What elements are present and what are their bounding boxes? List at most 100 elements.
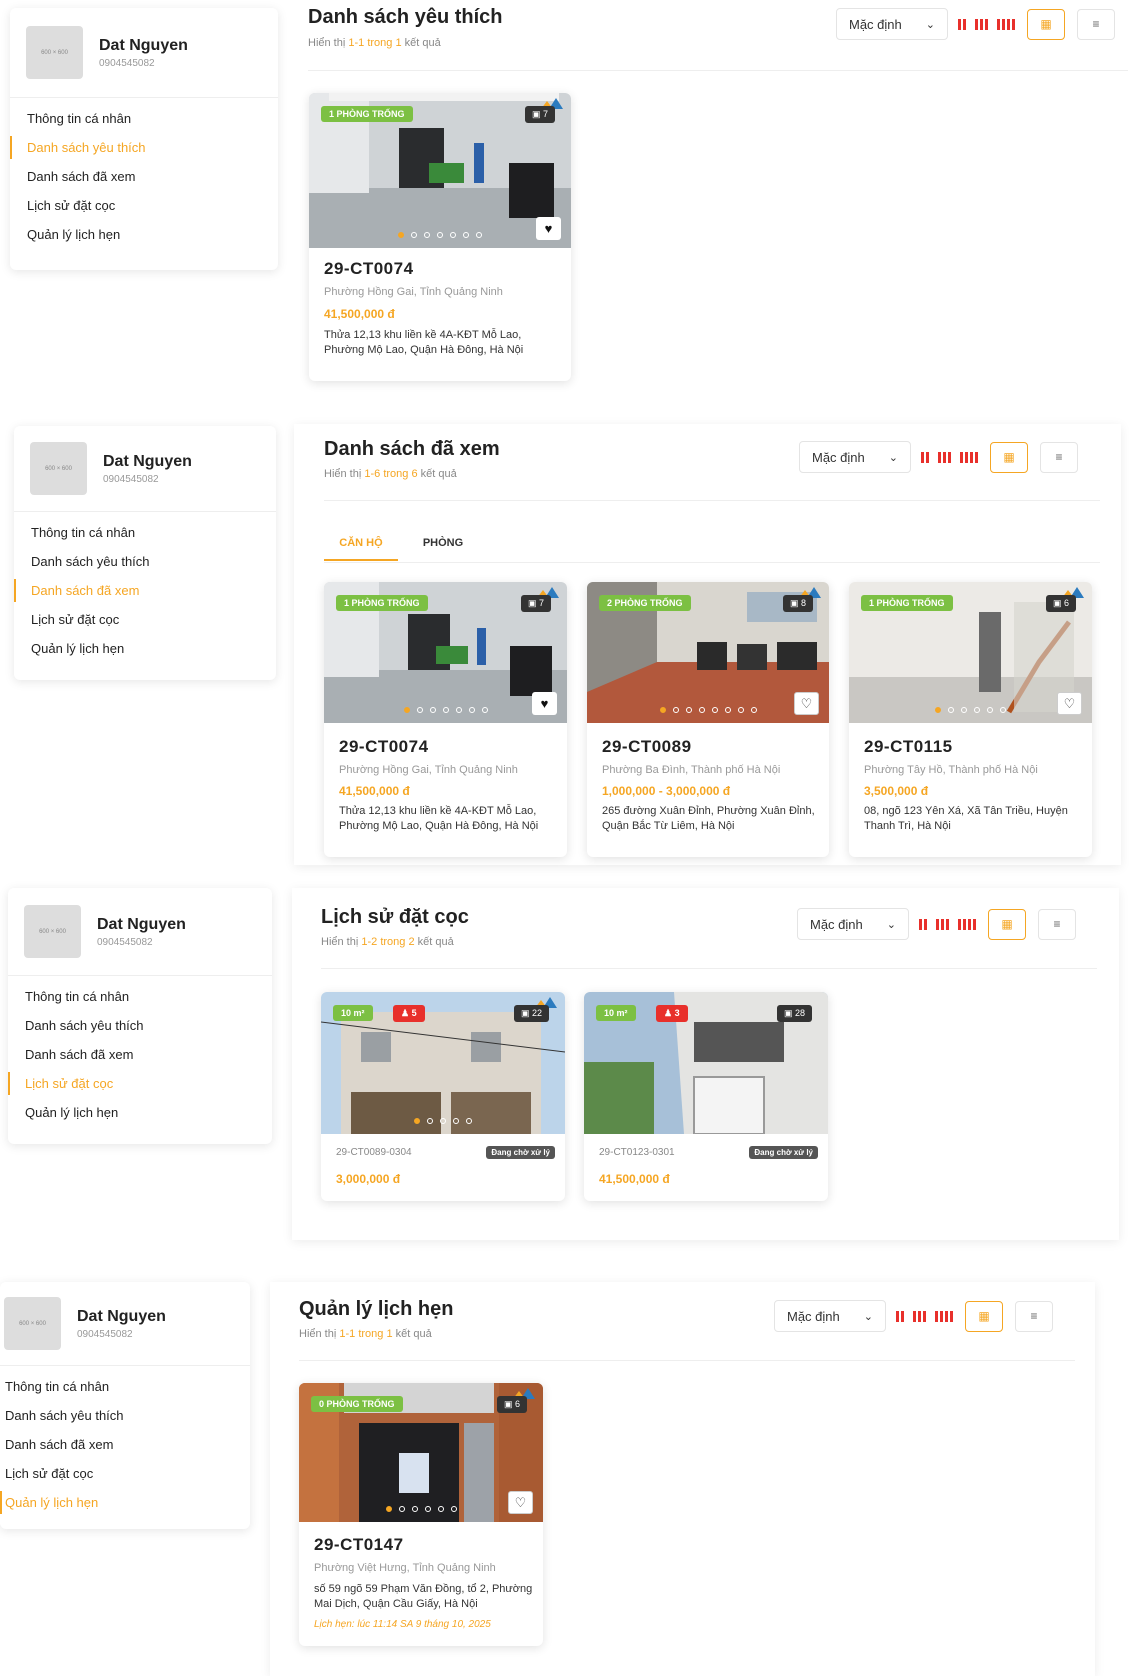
deposit-card[interactable]: 10 m² ♟ 3 ▣ 28 29-CT0123-0301 Đang chờ x… bbox=[584, 992, 828, 1201]
favorites-panel: 600 × 600 Dat Nguyen 0904545082 Thông ti… bbox=[0, 0, 1129, 400]
property-code: 29-CT0074 bbox=[324, 259, 414, 278]
sort-select[interactable]: Mặc định ⌄ bbox=[797, 908, 909, 940]
menu-item-profile[interactable]: Thông tin cá nhân bbox=[0, 1372, 250, 1401]
property-address: Thửa 12,13 khu liền kề 4A-KĐT Mỗ Lao, Ph… bbox=[324, 329, 524, 356]
profile-menu: Thông tin cá nhân Danh sách yêu thích Da… bbox=[8, 976, 272, 1127]
property-photo[interactable]: 1 PHÒNG TRỐNG ▣ 7 ♥ bbox=[309, 93, 571, 248]
menu-item-deposits[interactable]: Lịch sử đặt cọc bbox=[8, 1069, 272, 1098]
three-column-icon[interactable] bbox=[936, 918, 949, 930]
tab-apartments[interactable]: CĂN HỘ bbox=[324, 525, 398, 561]
photo-count: ▣ 6 bbox=[1045, 595, 1076, 612]
grid-view-button[interactable]: ▦ bbox=[965, 1300, 1003, 1332]
sort-select[interactable]: Mặc định ⌄ bbox=[774, 1300, 886, 1332]
property-address: số 59 ngõ 59 Phạm Văn Đồng, tổ 2, Phường… bbox=[314, 1583, 533, 1610]
result-count: Hiển thị 1-2 trong 2 kết quả bbox=[321, 936, 454, 948]
menu-item-favorites[interactable]: Danh sách yêu thích bbox=[10, 133, 278, 162]
profile-menu: Thông tin cá nhân Danh sách yêu thích Da… bbox=[14, 512, 276, 663]
two-column-icon[interactable] bbox=[919, 918, 927, 930]
three-column-icon[interactable] bbox=[913, 1310, 926, 1322]
two-column-icon[interactable] bbox=[958, 18, 966, 30]
view-controls: Mặc định ⌄ ▦ ≡ bbox=[836, 8, 1115, 40]
menu-item-appointments[interactable]: Quản lý lịch hẹn bbox=[14, 634, 276, 663]
profile-phone: 0904545082 bbox=[99, 57, 155, 69]
property-photo[interactable]: 10 m² ♟ 5 ▣ 22 bbox=[321, 992, 565, 1134]
status-badge: Đang chờ xử lý bbox=[486, 1146, 555, 1159]
menu-item-profile[interactable]: Thông tin cá nhân bbox=[14, 518, 276, 547]
carousel-dots[interactable] bbox=[324, 707, 567, 713]
menu-item-deposits[interactable]: Lịch sử đặt cọc bbox=[14, 605, 276, 634]
deposit-code: 29-CT0123-0301 bbox=[599, 1147, 675, 1158]
property-price: 3,500,000 đ bbox=[864, 784, 929, 798]
property-photo[interactable]: 1 PHÒNG TRỐNG ▣ 6 ♡ bbox=[849, 582, 1092, 723]
menu-item-favorites[interactable]: Danh sách yêu thích bbox=[8, 1011, 272, 1040]
menu-item-appointments[interactable]: Quản lý lịch hẹn bbox=[10, 220, 278, 249]
carousel-dots[interactable] bbox=[321, 1118, 565, 1124]
grid-view-button[interactable]: ▦ bbox=[988, 908, 1026, 940]
profile-name: Dat Nguyen bbox=[97, 915, 186, 933]
viewed-panel: 600 × 600 Dat Nguyen 0904545082 Thông ti… bbox=[0, 420, 1129, 865]
profile-card: 600 × 600 Dat Nguyen 0904545082 Thông ti… bbox=[0, 1282, 250, 1529]
menu-item-profile[interactable]: Thông tin cá nhân bbox=[10, 104, 278, 133]
menu-item-deposits[interactable]: Lịch sử đặt cọc bbox=[10, 191, 278, 220]
tab-rooms[interactable]: PHÒNG bbox=[398, 525, 488, 561]
property-card[interactable]: 1 PHÒNG TRỐNG ▣ 7 ♥ 29-CT0074 Phường Hồn… bbox=[309, 93, 571, 381]
carousel-dots[interactable] bbox=[849, 707, 1092, 713]
property-photo[interactable]: 0 PHÒNG TRỐNG ▣ 6 ♡ bbox=[299, 1383, 543, 1522]
favorite-heart-icon[interactable]: ♥ bbox=[536, 217, 561, 240]
camera-icon: ▣ bbox=[1052, 598, 1062, 608]
property-card[interactable]: 1 PHÒNG TRỐNG ▣ 6 ♡ 29-CT0115 Phường Tây… bbox=[849, 582, 1092, 857]
menu-item-viewed[interactable]: Danh sách đã xem bbox=[0, 1430, 250, 1459]
menu-item-profile[interactable]: Thông tin cá nhân bbox=[8, 982, 272, 1011]
menu-item-viewed[interactable]: Danh sách đã xem bbox=[10, 162, 278, 191]
carousel-dots[interactable] bbox=[299, 1506, 543, 1512]
sort-select[interactable]: Mặc định ⌄ bbox=[836, 8, 948, 40]
three-column-icon[interactable] bbox=[938, 451, 951, 463]
favorites-main: Danh sách yêu thích Hiển thị 1-1 trong 1… bbox=[292, 0, 1129, 400]
area-badge: 10 m² bbox=[333, 1005, 373, 1021]
list-view-button[interactable]: ≡ bbox=[1040, 441, 1078, 473]
four-column-icon[interactable] bbox=[960, 451, 978, 463]
carousel-dots[interactable] bbox=[309, 232, 571, 238]
menu-item-viewed[interactable]: Danh sách đã xem bbox=[14, 576, 276, 605]
menu-item-favorites[interactable]: Danh sách yêu thích bbox=[14, 547, 276, 576]
four-column-icon[interactable] bbox=[935, 1310, 953, 1322]
list-view-button[interactable]: ≡ bbox=[1038, 908, 1076, 940]
property-card[interactable]: 1 PHÒNG TRỐNG ▣ 7 ♥ 29-CT0074 Phường Hồn… bbox=[324, 582, 567, 857]
list-view-button[interactable]: ≡ bbox=[1077, 8, 1115, 40]
menu-item-favorites[interactable]: Danh sách yêu thích bbox=[0, 1401, 250, 1430]
favorite-heart-outline-icon[interactable]: ♡ bbox=[508, 1491, 533, 1514]
list-view-button[interactable]: ≡ bbox=[1015, 1300, 1053, 1332]
four-column-icon[interactable] bbox=[958, 918, 976, 930]
favorite-heart-outline-icon[interactable]: ♡ bbox=[1057, 692, 1082, 715]
appointment-card[interactable]: 0 PHÒNG TRỐNG ▣ 6 ♡ 29-CT0147 Phường Việ… bbox=[299, 1383, 543, 1646]
page-title: Danh sách yêu thích bbox=[308, 6, 503, 28]
four-column-icon[interactable] bbox=[997, 18, 1015, 30]
photo-count: ▣ 28 bbox=[776, 1005, 812, 1022]
photo-count: ▣ 7 bbox=[524, 106, 555, 123]
property-location: Phường Việt Hưng, Tỉnh Quảng Ninh bbox=[314, 1562, 496, 1574]
property-photo[interactable]: 1 PHÒNG TRỐNG ▣ 7 ♥ bbox=[324, 582, 567, 723]
vacancy-badge: 1 PHÒNG TRỐNG bbox=[861, 595, 953, 611]
deposits-main: Lịch sử đặt cọc Hiển thị 1-2 trong 2 kết… bbox=[292, 888, 1119, 1240]
three-column-icon[interactable] bbox=[975, 18, 988, 30]
grid-view-button[interactable]: ▦ bbox=[990, 441, 1028, 473]
two-column-icon[interactable] bbox=[896, 1310, 904, 1322]
camera-icon: ▣ bbox=[531, 109, 541, 119]
sort-select[interactable]: Mặc định ⌄ bbox=[799, 441, 911, 473]
avatar: 600 × 600 bbox=[26, 26, 83, 79]
property-photo[interactable]: 10 m² ♟ 3 ▣ 28 bbox=[584, 992, 828, 1134]
favorite-heart-icon[interactable]: ♥ bbox=[532, 692, 557, 715]
favorite-heart-outline-icon[interactable]: ♡ bbox=[794, 692, 819, 715]
carousel-dots[interactable] bbox=[587, 707, 829, 713]
menu-item-appointments[interactable]: Quản lý lịch hẹn bbox=[0, 1488, 250, 1517]
deposit-card[interactable]: 10 m² ♟ 5 ▣ 22 29-CT0089-0304 Đang chờ x… bbox=[321, 992, 565, 1201]
menu-item-appointments[interactable]: Quản lý lịch hẹn bbox=[8, 1098, 272, 1127]
menu-item-deposits[interactable]: Lịch sử đặt cọc bbox=[0, 1459, 250, 1488]
grid-view-button[interactable]: ▦ bbox=[1027, 8, 1065, 40]
result-count: Hiển thị 1-1 trong 1 kết quả bbox=[308, 37, 441, 49]
property-card[interactable]: 2 PHÒNG TRỐNG ▣ 8 ♡ 29-CT0089 Phường Ba … bbox=[587, 582, 829, 857]
property-photo[interactable]: 2 PHÒNG TRỐNG ▣ 8 ♡ bbox=[587, 582, 829, 723]
two-column-icon[interactable] bbox=[921, 451, 929, 463]
deposits-panel: 600 × 600 Dat Nguyen 0904545082 Thông ti… bbox=[0, 888, 1129, 1240]
menu-item-viewed[interactable]: Danh sách đã xem bbox=[8, 1040, 272, 1069]
